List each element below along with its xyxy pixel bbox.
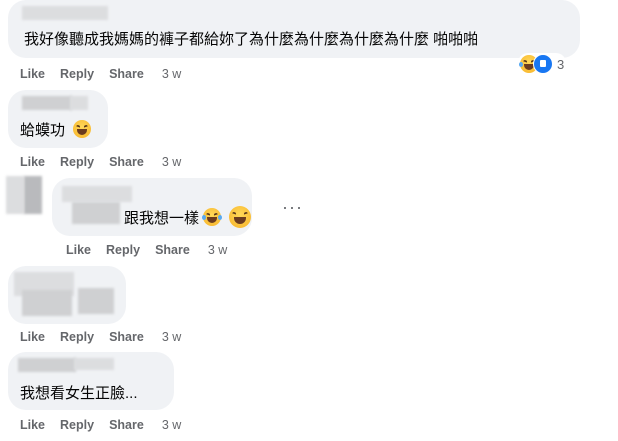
reaction-count: 3 [557, 56, 565, 72]
blurred-author-name [62, 186, 132, 202]
comment-bubble: 我想看女生正臉... [8, 352, 174, 410]
reply-link[interactable]: Reply [106, 243, 140, 257]
comment-actions: Like Reply Share 3 w [20, 67, 196, 81]
comment-text: 蛤蟆功 [20, 122, 66, 139]
reaction-summary[interactable]: 3 [518, 53, 567, 75]
share-link[interactable]: Share [109, 418, 144, 432]
like-reaction-icon [533, 54, 553, 74]
comment-bubble [8, 266, 126, 324]
like-link[interactable]: Like [66, 243, 91, 257]
blurred-author-name [22, 6, 108, 20]
share-link[interactable]: Share [109, 330, 144, 344]
comment-bubble: 蛤蟆功 [8, 90, 108, 148]
comment-text: 我好像聽成我媽媽的褲子都給妳了為什麼為什麼為什麼為什麼 啪啪啪 [24, 31, 479, 48]
reply-link[interactable]: Reply [60, 155, 94, 169]
timestamp[interactable]: 3 w [162, 67, 181, 81]
comment-text: 我想看女生正臉... [20, 385, 138, 402]
timestamp[interactable]: 3 w [162, 330, 181, 344]
reply-link[interactable]: Reply [60, 330, 94, 344]
blurred-author-name [22, 96, 72, 110]
blurred-avatar [24, 176, 42, 214]
like-link[interactable]: Like [20, 155, 45, 169]
blurred-content [22, 290, 72, 316]
blurred-avatar [6, 176, 24, 214]
share-link[interactable]: Share [109, 155, 144, 169]
like-link[interactable]: Like [20, 67, 45, 81]
like-link[interactable]: Like [20, 330, 45, 344]
reply-link[interactable]: Reply [60, 418, 94, 432]
comment-actions: Like Reply Share 3 w [20, 418, 196, 432]
share-link[interactable]: Share [155, 243, 190, 257]
blurred-content [78, 288, 114, 314]
laughing-emoji-icon [229, 206, 252, 228]
laughing-emoji-icon [202, 208, 223, 226]
share-link[interactable]: Share [109, 67, 144, 81]
blurred-author-name [72, 202, 120, 224]
like-link[interactable]: Like [20, 418, 45, 432]
laughing-emoji-icon [73, 120, 92, 138]
blurred-author-name [74, 358, 114, 370]
comment-text: 跟我想一樣 [124, 210, 200, 227]
comment-bubble: 我好像聽成我媽媽的褲子都給妳了為什麼為什麼為什麼為什麼 啪啪啪 [8, 0, 580, 58]
timestamp[interactable]: 3 w [162, 155, 181, 169]
comment-actions: Like Reply Share 3 w [20, 330, 196, 344]
timestamp[interactable]: 3 w [162, 418, 181, 432]
comment-text-row: 蛤蟆功 [20, 120, 92, 141]
timestamp[interactable]: 3 w [208, 243, 227, 257]
reply-link[interactable]: Reply [60, 67, 94, 81]
more-options-icon[interactable]: ··· [282, 198, 303, 216]
comment-bubble: 跟我想一樣 [52, 178, 252, 236]
comment-text-row: 跟我想一樣 [124, 206, 252, 229]
comment-actions: Like Reply Share 3 w [66, 243, 242, 257]
comment-actions: Like Reply Share 3 w [20, 155, 196, 169]
blurred-author-name [70, 96, 88, 110]
blurred-author-name [18, 358, 76, 372]
